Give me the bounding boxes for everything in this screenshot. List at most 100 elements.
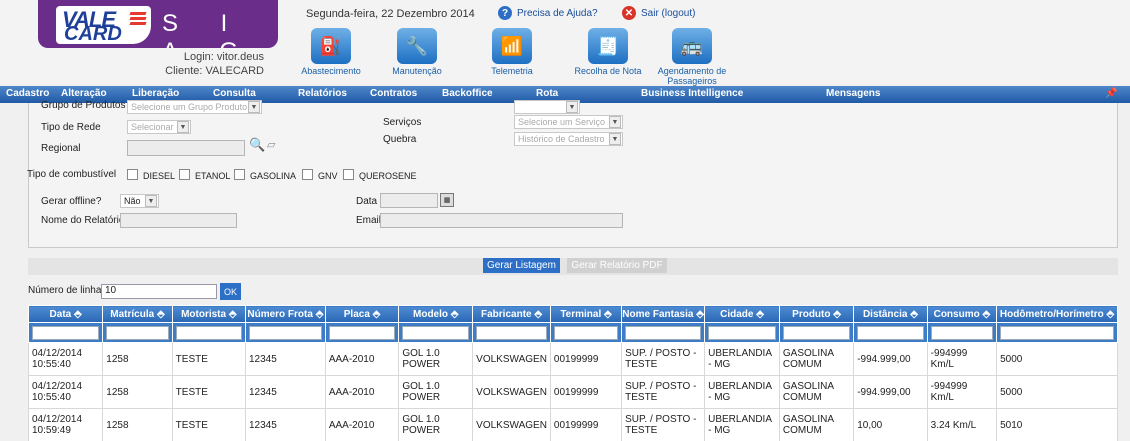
num-linhas-input[interactable]: 10 xyxy=(101,284,217,299)
email-input[interactable] xyxy=(380,213,623,228)
column-header[interactable]: Cidade ⬘ xyxy=(704,305,780,323)
module-label: Manutenção xyxy=(392,66,442,76)
gerar-offline-select[interactable]: Não ▼ xyxy=(120,194,159,208)
table-row[interactable]: 04/12/2014 10:59:49 1258 TESTE 12345 AAA-201… xyxy=(27,408,1118,441)
gnv-checkbox[interactable] xyxy=(302,169,313,180)
nav-item-cadastro[interactable]: Cadastro xyxy=(6,88,49,99)
nav-item-liberacao[interactable]: Liberação xyxy=(132,88,179,99)
table-header-row: Data ⬘ Matrícula ⬘ Motorista ⬘ Número Fr… xyxy=(27,305,1118,323)
column-header[interactable]: Placa ⬘ xyxy=(324,305,400,323)
diesel-checkbox[interactable] xyxy=(127,169,138,180)
column-header[interactable]: Motorista ⬘ xyxy=(171,305,246,323)
valecard-logo-mark: VALE CARD xyxy=(56,6,151,45)
logout-icon: ✕ xyxy=(622,6,636,20)
column-filter-input[interactable] xyxy=(553,325,619,340)
nav-item-backoffice[interactable]: Backoffice xyxy=(442,88,493,99)
column-filter-input[interactable] xyxy=(708,325,776,340)
column-filter-input[interactable] xyxy=(476,325,547,340)
column-filter-input[interactable] xyxy=(248,325,322,340)
chevron-down-icon: ▼ xyxy=(177,121,189,133)
module-agendamento[interactable]: 🚌 Agendamento de Passageiros xyxy=(652,28,732,86)
column-filter-input[interactable] xyxy=(782,325,851,340)
column-filter-input[interactable] xyxy=(32,325,100,340)
module-manutencao[interactable]: 🔧 Manutenção xyxy=(377,28,457,76)
table-cell: UBERLANDIA - MG xyxy=(704,408,780,441)
tipo-rede-label: Tipo de Rede xyxy=(41,122,101,133)
column-filter-input[interactable] xyxy=(106,325,169,340)
module-telemetria[interactable]: 📶 Telemetria xyxy=(472,28,552,76)
column-header[interactable]: Fabricante ⬘ xyxy=(472,305,551,323)
column-filter-input[interactable] xyxy=(328,325,396,340)
column-filter-input[interactable] xyxy=(930,325,994,340)
table-cell: 1258 xyxy=(102,375,173,409)
nav-item-business-intelligence[interactable]: Business Intelligence xyxy=(641,88,743,99)
column-filter-input[interactable] xyxy=(175,325,242,340)
nav-item-consulta[interactable]: Consulta xyxy=(213,88,256,99)
gerar-pdf-button[interactable]: Gerar Relatório PDF xyxy=(567,258,667,273)
quebra-select[interactable]: Histórico de Cadastro ▼ xyxy=(514,132,623,146)
bus-icon: 🚌 xyxy=(672,28,712,64)
top-right-select[interactable]: ▼ xyxy=(514,100,580,114)
column-header[interactable]: Matrícula ⬘ xyxy=(102,305,173,323)
nav-item-rota[interactable]: Rota xyxy=(536,88,558,99)
column-filter-input[interactable] xyxy=(857,325,924,340)
table-cell: AAA-2010 xyxy=(324,408,400,441)
nav-item-contratos[interactable]: Contratos xyxy=(370,88,417,99)
chevron-down-icon: ▼ xyxy=(609,133,621,145)
column-header[interactable]: Distância ⬘ xyxy=(853,305,928,323)
gerar-listagem-button[interactable]: Gerar Listagem xyxy=(483,258,560,273)
gasolina-checkbox[interactable] xyxy=(234,169,245,180)
column-header[interactable]: Consumo ⬘ xyxy=(926,305,998,323)
module-abastecimento[interactable]: ⛽ Abastecimento xyxy=(291,28,371,76)
table-cell: GOL 1.0 POWER xyxy=(398,342,474,376)
table-cell: GASOLINA COMUM xyxy=(778,342,855,376)
column-header[interactable]: Produto ⬘ xyxy=(778,305,855,323)
pin-icon[interactable]: 📌 xyxy=(1105,88,1117,99)
table-cell: GOL 1.0 POWER xyxy=(398,408,474,441)
fuel-pump-icon: ⛽ xyxy=(311,28,351,64)
logout-link[interactable]: ✕ Sair (logout) xyxy=(622,6,695,20)
table-cell: -994999 Km/L xyxy=(926,342,998,376)
table-cell: 12345 xyxy=(244,375,326,409)
nav-item-alteracao[interactable]: Alteração xyxy=(61,88,107,99)
search-icon[interactable]: 🔍 xyxy=(249,137,265,153)
nav-item-relatorios[interactable]: Relatórios xyxy=(298,88,347,99)
table-cell: AAA-2010 xyxy=(324,375,400,409)
regional-input[interactable] xyxy=(127,140,245,156)
calendar-icon[interactable]: ▦ xyxy=(440,193,454,207)
querosene-checkbox[interactable] xyxy=(343,169,354,180)
table-cell: VOLKSWAGEN xyxy=(472,342,551,376)
table-row[interactable]: 04/12/2014 10:55:40 1258 TESTE 12345 AAA-201… xyxy=(27,375,1118,409)
table-cell: UBERLANDIA - MG xyxy=(704,375,780,409)
nome-relatorio-input[interactable] xyxy=(120,213,237,228)
column-filter-input[interactable] xyxy=(625,325,702,340)
module-recolha-nota[interactable]: 🧾 Recolha de Nota xyxy=(568,28,648,76)
column-header[interactable]: Modelo ⬘ xyxy=(398,305,474,323)
column-header[interactable]: Hodômetro/Horímetro ⬘ xyxy=(996,305,1118,323)
eraser-icon[interactable]: ▱ xyxy=(267,138,275,151)
column-header[interactable]: Data ⬘ xyxy=(27,305,104,323)
tipo-rede-select[interactable]: Selecionar ▼ xyxy=(127,120,191,134)
servicos-select[interactable]: Selecione um Serviço ▼ xyxy=(514,115,623,129)
column-header[interactable]: Número Frota ⬘ xyxy=(244,305,326,323)
invoice-icon: 🧾 xyxy=(588,28,628,64)
table-cell: 5010 xyxy=(996,408,1118,441)
table-row[interactable]: 04/12/2014 10:55:40 1258 TESTE 12345 AAA-201… xyxy=(27,342,1118,376)
table-cell: -994.999,00 xyxy=(853,375,928,409)
login-label: Login: vitor.deus xyxy=(183,51,264,63)
table-cell: SUP. / POSTO - TESTE xyxy=(621,375,706,409)
quebra-label: Quebra xyxy=(383,134,417,145)
table-cell: 04/12/2014 10:55:40 xyxy=(27,375,104,409)
ok-button[interactable]: OK xyxy=(220,283,241,300)
column-header[interactable]: Terminal ⬘ xyxy=(549,305,623,323)
data-input[interactable] xyxy=(380,193,438,208)
table-cell: AAA-2010 xyxy=(324,342,400,376)
column-filter-input[interactable] xyxy=(1000,325,1114,340)
column-filter-input[interactable] xyxy=(402,325,470,340)
grupo-produtos-select[interactable]: Selecione um Grupo Produto ▼ xyxy=(127,100,262,114)
help-link[interactable]: ? Precisa de Ajuda? xyxy=(498,6,598,20)
column-header[interactable]: Nome Fantasia ⬘ xyxy=(621,305,706,323)
nav-item-mensagens[interactable]: Mensagens xyxy=(826,88,880,99)
nome-relatorio-label: Nome do Relatório xyxy=(41,215,125,226)
etanol-checkbox[interactable] xyxy=(179,169,190,180)
